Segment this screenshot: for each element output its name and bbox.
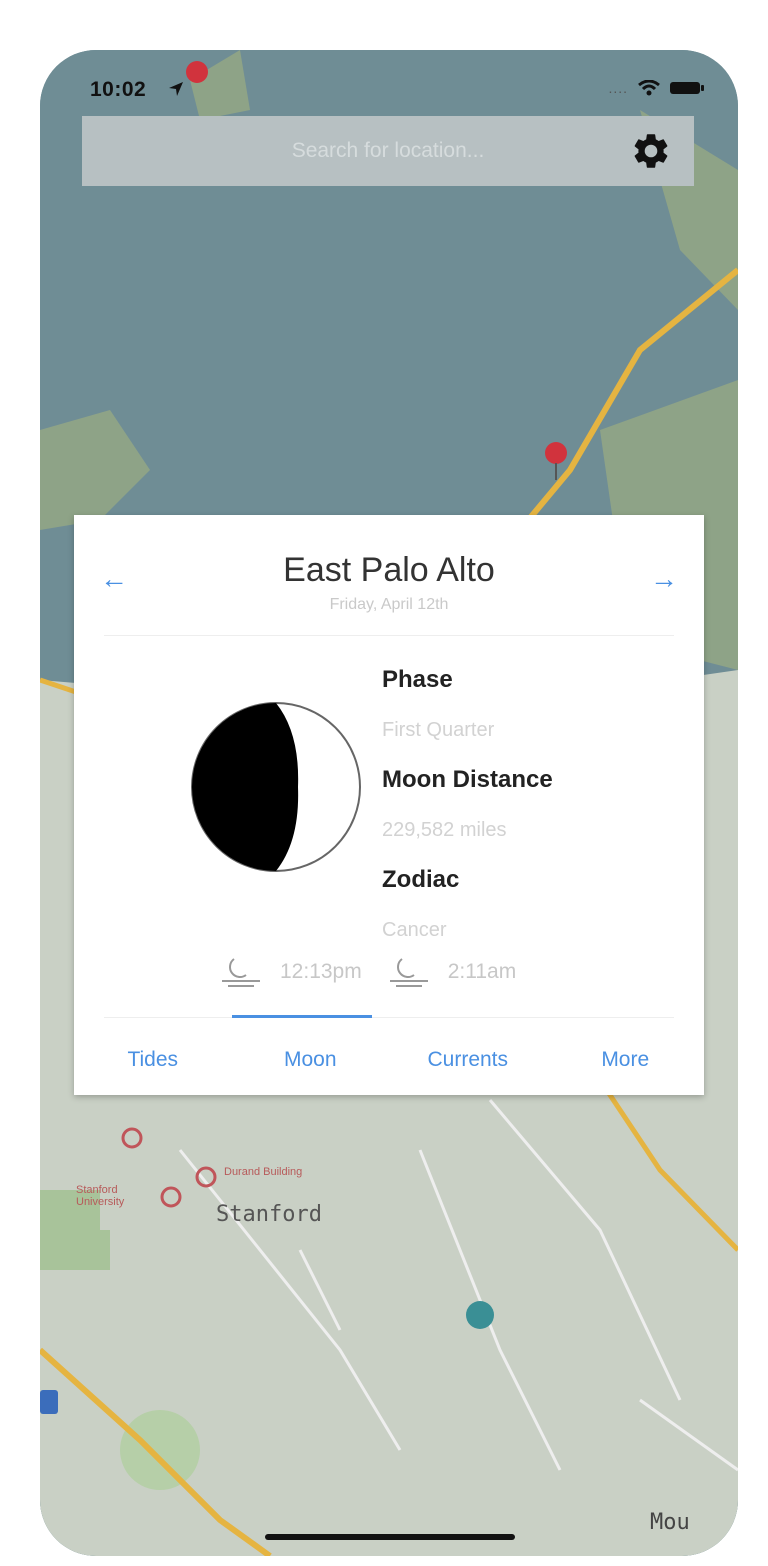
zodiac-label: Zodiac — [382, 866, 460, 893]
tab-currents[interactable]: Currents — [389, 1035, 547, 1085]
tab-moon[interactable]: Moon — [232, 1035, 390, 1085]
moon-info-card: ← → East Palo Alto Friday, April 12th Ph… — [74, 515, 704, 1095]
battery-icon — [670, 82, 704, 94]
moonset-icon — [389, 958, 428, 987]
moonset-time: 2:11am — [447, 960, 517, 983]
tab-bar: Tides Moon Currents More — [74, 1035, 704, 1085]
moon-details: Phase First Quarter Moon Distance 229,58… — [382, 655, 553, 955]
phone-screen: Stanford Stanford University Durand Buil… — [40, 50, 738, 1556]
poi-marker-icon — [466, 1301, 494, 1329]
status-time: 10:02 — [90, 78, 147, 101]
search-input[interactable]: Search for location... — [292, 139, 485, 163]
status-bar: 10:02 .... — [40, 72, 738, 112]
moonrise-moonset-row: 12:13pm 2:11am — [220, 955, 542, 989]
divider — [104, 1017, 674, 1018]
status-icons: .... — [608, 80, 704, 96]
divider — [104, 635, 674, 636]
phase-value: First Quarter — [382, 719, 495, 741]
distance-label: Moon Distance — [382, 766, 553, 793]
date-subtitle: Friday, April 12th — [329, 596, 449, 613]
moonrise-time: 12:13pm — [280, 960, 362, 983]
map-pin-icon[interactable] — [545, 442, 567, 464]
highway-shield-icon — [40, 1390, 58, 1414]
home-indicator[interactable] — [265, 1534, 515, 1540]
location-arrow-icon — [169, 82, 183, 96]
wifi-icon — [638, 80, 660, 96]
gear-icon[interactable] — [630, 130, 672, 172]
map-label-stanford: Stanford — [216, 1202, 322, 1227]
map-label-building: Durand Building — [224, 1166, 303, 1178]
distance-value: 229,582 miles — [382, 819, 507, 841]
moon-phase-icon — [191, 702, 361, 872]
zodiac-value: Cancer — [382, 919, 447, 941]
moonrise-icon — [222, 958, 260, 987]
tab-more[interactable]: More — [547, 1035, 705, 1085]
map-label-mountain: Mou — [650, 1510, 690, 1535]
search-bar[interactable]: Search for location... — [82, 116, 694, 186]
active-tab-indicator — [232, 1015, 372, 1018]
signal-icon: .... — [608, 80, 628, 96]
map-label-stanford-university: Stanford University — [76, 1184, 125, 1208]
tab-tides[interactable]: Tides — [74, 1035, 232, 1085]
location-title: East Palo Alto — [283, 551, 495, 589]
phase-label: Phase — [382, 666, 453, 693]
